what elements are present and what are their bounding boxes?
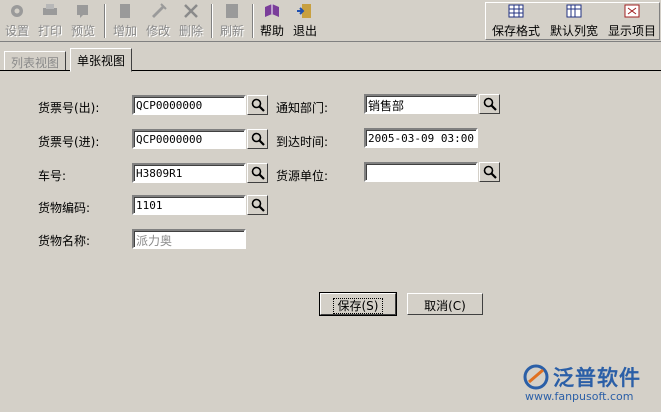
source-unit-field[interactable]: [364, 162, 478, 182]
tab-strip: 列表视图 单张视图: [0, 43, 661, 72]
magnifier-icon: [483, 165, 497, 179]
goods-code-label: 货物编码:: [38, 201, 91, 215]
edit-button[interactable]: 修改: [144, 3, 172, 40]
preview-icon: [77, 5, 88, 18]
add-button[interactable]: 增加: [111, 3, 139, 40]
brand-logo-icon: [523, 364, 549, 390]
help-label: 帮助: [259, 24, 284, 38]
help-button[interactable]: 帮助: [258, 3, 286, 40]
tab-single-view-label: 单张视图: [77, 54, 126, 68]
goods-name-field: 派力奥: [132, 229, 246, 249]
vehicle-no-label: 车号:: [38, 169, 67, 183]
exit-door-icon: [297, 4, 311, 18]
save-format-button[interactable]: 保存格式: [489, 3, 543, 40]
toolbar: 设置 打印 预览 增加 修改 删除 刷新 帮助 退出 保存格式 默认列宽 显示项…: [0, 0, 661, 42]
invoice-in-field[interactable]: QCP0000000: [132, 129, 246, 149]
goods-code-lookup-button[interactable]: [247, 195, 268, 215]
source-unit-label: 货源单位:: [276, 169, 329, 183]
invoice-out-lookup-button[interactable]: [247, 95, 268, 115]
toolbar-separator: [211, 4, 213, 38]
form-panel: 货票号(出): QCP0000000 货票号(进): QCP0000000 车号…: [0, 72, 661, 412]
brand-watermark: 泛普软件 www.fanpusoft.com: [523, 362, 653, 408]
exit-button[interactable]: 退出: [291, 3, 319, 40]
tab-list-view[interactable]: 列表视图: [4, 51, 67, 70]
edit-icon: [152, 3, 167, 18]
print-label: 打印: [37, 24, 62, 38]
default-width-label: 默认列宽: [549, 24, 598, 38]
refresh-label: 刷新: [219, 24, 244, 38]
settings-button[interactable]: 设置: [3, 3, 31, 40]
default-width-button[interactable]: 默认列宽: [547, 3, 601, 40]
magnifier-icon: [483, 97, 497, 111]
display-items-label: 显示项目: [607, 24, 656, 38]
preview-button[interactable]: 预览: [69, 3, 97, 40]
invoice-in-label: 货票号(进):: [38, 135, 100, 149]
notify-dept-label: 通知部门:: [276, 101, 329, 115]
save-button-label: 保存(S): [332, 298, 384, 314]
add-doc-icon: [120, 4, 130, 18]
gear-icon: [11, 5, 23, 17]
display-items-button[interactable]: 显示项目: [605, 3, 659, 40]
brand-name: 泛普软件: [553, 366, 641, 390]
arrival-time-field[interactable]: 2005-03-09 03:00: [364, 128, 478, 148]
vehicle-no-field[interactable]: H3809R1: [132, 163, 246, 183]
exit-label: 退出: [292, 24, 317, 38]
source-unit-lookup-button[interactable]: [479, 162, 500, 182]
goods-code-field[interactable]: 1101: [132, 195, 246, 215]
book-icon: [265, 4, 279, 17]
invoice-out-field[interactable]: QCP0000000: [132, 95, 246, 115]
goods-name-label: 货物名称:: [38, 234, 91, 248]
tab-list-view-label: 列表视图: [11, 56, 60, 70]
toolbar-separator: [252, 4, 254, 38]
print-icon: [43, 4, 57, 15]
cancel-button[interactable]: 取消(C): [407, 293, 483, 315]
magnifier-icon: [251, 166, 265, 180]
invoice-in-lookup-button[interactable]: [247, 129, 268, 149]
save-button[interactable]: 保存(S): [319, 292, 397, 316]
vehicle-no-lookup-button[interactable]: [247, 163, 268, 183]
save-format-label: 保存格式: [491, 24, 540, 38]
delete-button[interactable]: 删除: [177, 3, 205, 40]
notify-dept-lookup-button[interactable]: [479, 94, 500, 114]
refresh-button[interactable]: 刷新: [218, 3, 246, 40]
delete-icon: [184, 4, 198, 18]
edit-label: 修改: [145, 24, 170, 38]
print-button[interactable]: 打印: [36, 3, 64, 40]
delete-label: 删除: [178, 24, 203, 38]
grid-icon: [508, 4, 524, 18]
magnifier-icon: [251, 132, 265, 146]
cancel-button-label: 取消(C): [424, 299, 466, 313]
add-label: 增加: [112, 24, 137, 38]
magnifier-icon: [251, 98, 265, 112]
invoice-out-label: 货票号(出):: [38, 101, 100, 115]
brand-url: www.fanpusoft.com: [525, 390, 634, 403]
columns-icon: [566, 4, 582, 18]
preview-label: 预览: [70, 24, 95, 38]
refresh-icon: [226, 4, 238, 18]
magnifier-icon: [251, 198, 265, 212]
toolbar-separator: [104, 4, 106, 38]
display-items-icon: [624, 4, 640, 18]
arrival-time-label: 到达时间:: [276, 135, 329, 149]
notify-dept-field[interactable]: 销售部: [364, 94, 478, 114]
tab-single-view[interactable]: 单张视图: [70, 48, 133, 72]
settings-label: 设置: [4, 24, 29, 38]
